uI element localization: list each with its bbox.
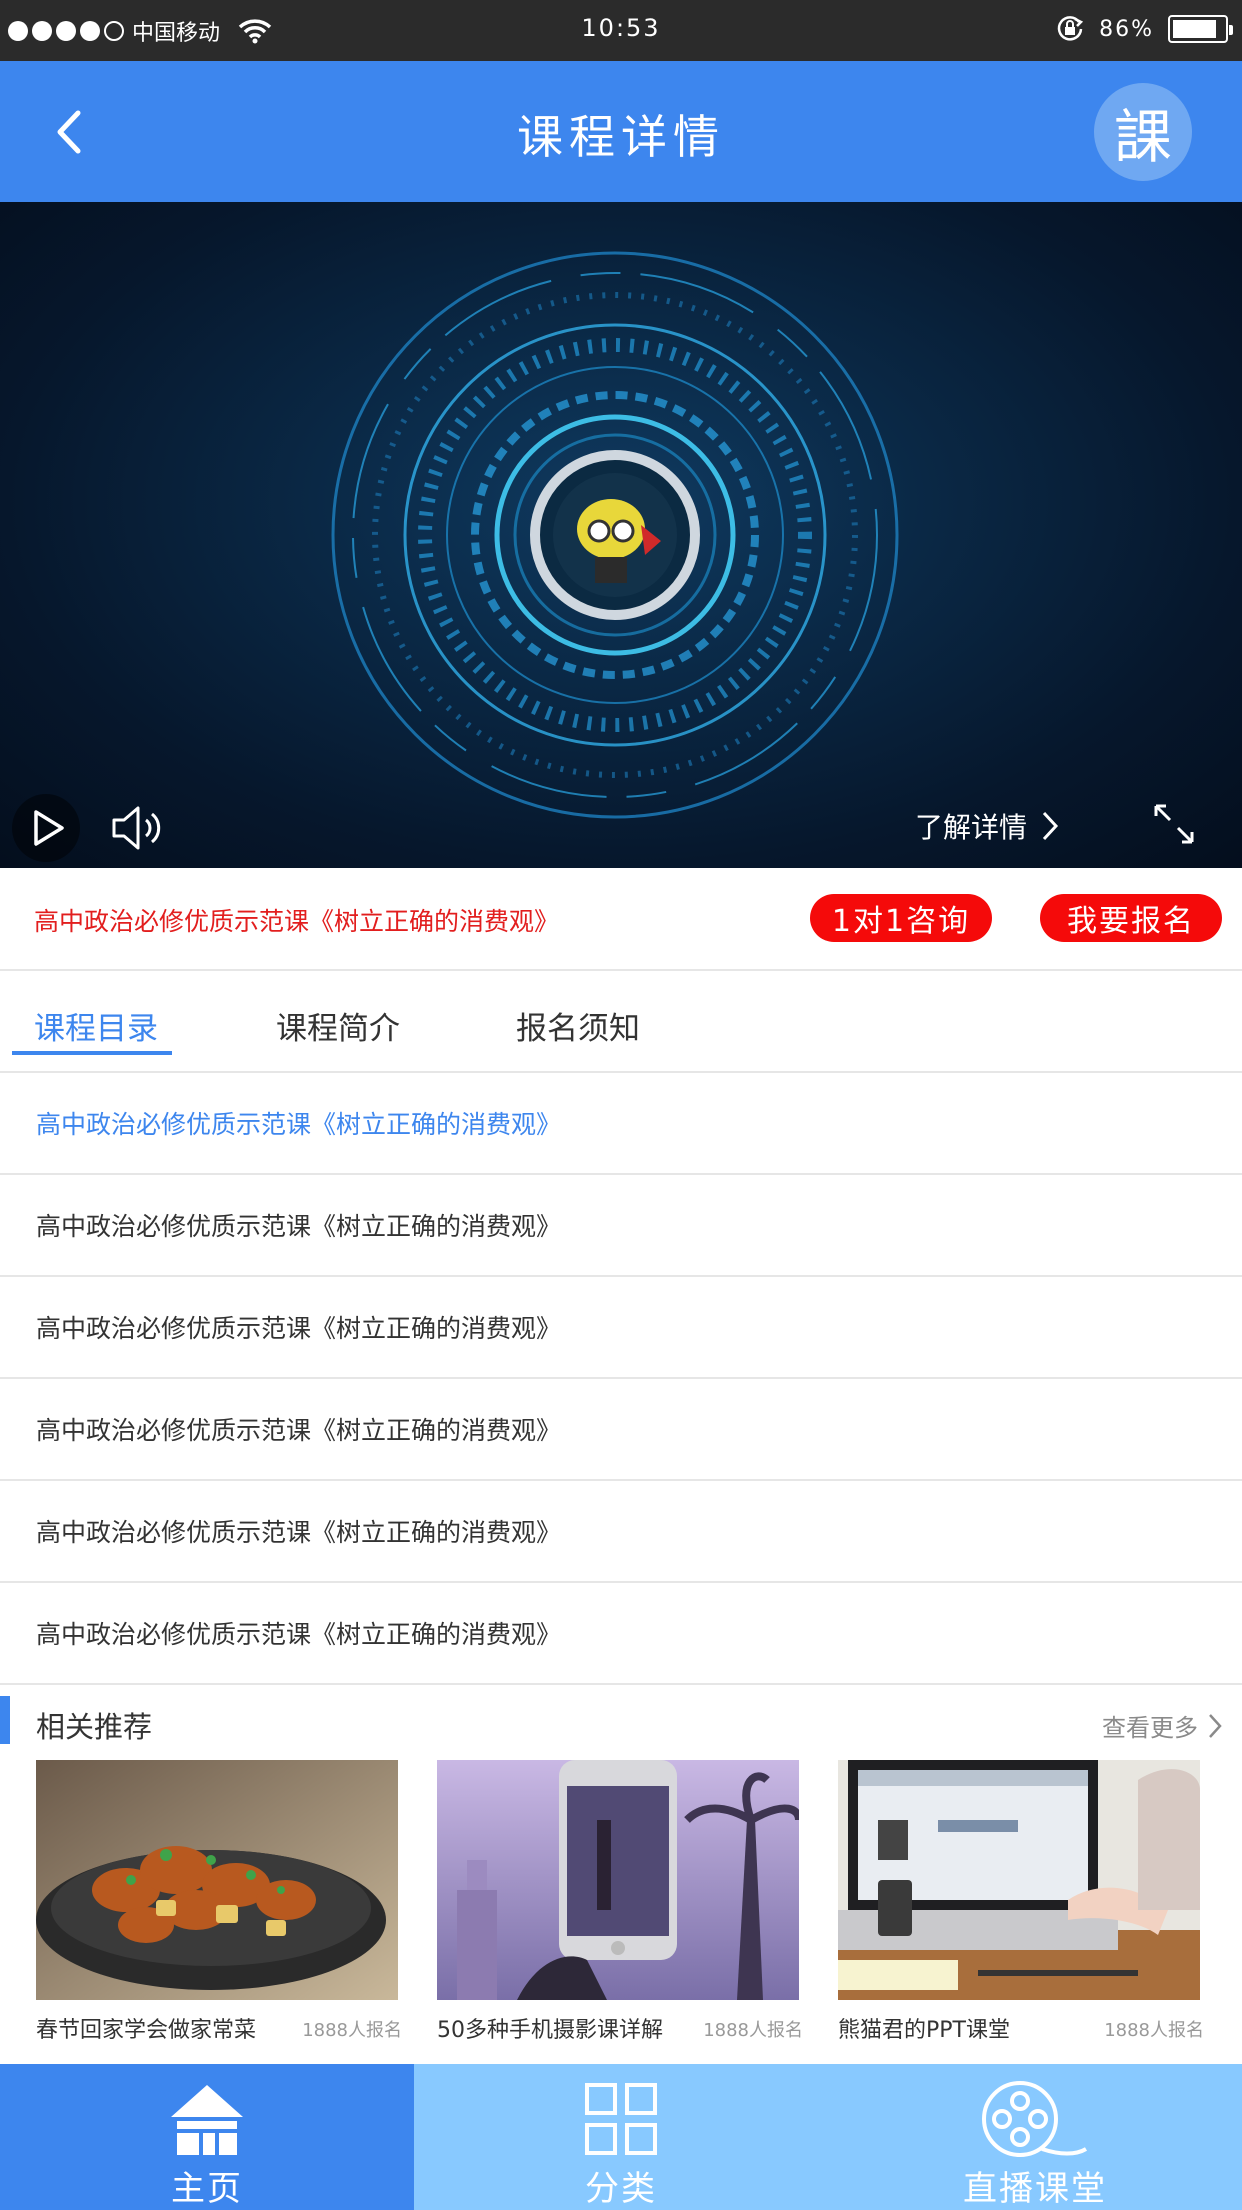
view-more-label: 查看更多 <box>1102 1714 1198 1742</box>
home-icon <box>171 2084 243 2155</box>
card-title: 50多种手机摄影课详解 <box>437 2018 663 2043</box>
laptop-desk-image <box>838 1760 1200 2000</box>
section-accent-bar <box>0 1696 10 1744</box>
list-item[interactable]: 高中政治必修优质示范课《树立正确的消费观》 <box>0 1175 1242 1277</box>
food-dish-image <box>36 1760 398 2000</box>
tab-home[interactable]: 主页 <box>0 2064 414 2210</box>
tab-home-label: 主页 <box>171 2169 243 2209</box>
course-tabs: 课程目录 课程简介 报名须知 <box>0 971 1242 1073</box>
speaker-icon <box>112 806 161 850</box>
status-bar: 中国移动 10:53 86% <box>0 0 1242 61</box>
tab-category-label: 分类 <box>585 2169 657 2209</box>
phone-photography-image <box>437 1760 799 2000</box>
consult-button[interactable]: 1对1咨询 <box>810 894 992 942</box>
play-button[interactable] <box>12 794 80 862</box>
rotation-lock-icon <box>1057 16 1084 41</box>
recommend-header: 相关推荐 查看更多 <box>0 1696 1242 1746</box>
tab-live-class[interactable]: 直播课堂 <box>828 2064 1242 2210</box>
course-title: 高中政治必修优质示范课《树立正确的消费观》 <box>34 907 560 936</box>
app-logo[interactable]: 課 <box>1094 83 1192 181</box>
list-item[interactable]: 高中政治必修优质示范课《树立正确的消费观》 <box>0 1481 1242 1583</box>
recommend-card[interactable]: 熊猫君的PPT课堂 1888人报名 <box>838 1760 1204 2052</box>
card-enroll-count: 1888人报名 <box>1104 2020 1204 2041</box>
list-item[interactable]: 高中政治必修优质示范课《树立正确的消费观》 <box>0 1073 1242 1175</box>
tab-catalog[interactable]: 课程目录 <box>34 1003 158 1048</box>
nav-header: 课程详情 課 <box>0 61 1242 202</box>
battery-icon <box>1168 15 1233 43</box>
learn-more-link[interactable]: 了解详情 <box>915 806 1059 846</box>
fullscreen-button[interactable] <box>1152 802 1196 846</box>
chevron-right-icon <box>1209 1713 1222 1738</box>
video-player[interactable]: 了解详情 <box>0 202 1242 868</box>
learn-more-label: 了解详情 <box>915 811 1028 844</box>
enroll-button[interactable]: 我要报名 <box>1040 894 1222 942</box>
film-reel-icon <box>982 2080 1088 2157</box>
page-title: 课程详情 <box>517 110 725 164</box>
tab-category[interactable]: 分类 <box>414 2064 828 2210</box>
tab-live-class-label: 直播课堂 <box>963 2169 1107 2209</box>
recommend-card[interactable]: 50多种手机摄影课详解 1888人报名 <box>437 1760 803 2052</box>
recommend-title: 相关推荐 <box>36 1710 153 1744</box>
course-info-row: 高中政治必修优质示范课《树立正确的消费观》 1对1咨询 我要报名 <box>0 868 1242 971</box>
chevron-right-icon <box>1042 811 1059 841</box>
play-icon <box>34 810 64 846</box>
battery-percent: 86% <box>1099 16 1154 42</box>
card-title: 熊猫君的PPT课堂 <box>838 2018 1010 2043</box>
card-enroll-count: 1888人报名 <box>703 2020 803 2041</box>
card-title: 春节回家学会做家常菜 <box>36 2018 257 2043</box>
recommend-card[interactable]: 春节回家学会做家常菜 1888人报名 <box>36 1760 402 2052</box>
expand-icon <box>1154 804 1194 844</box>
lesson-list: 高中政治必修优质示范课《树立正确的消费观》 高中政治必修优质示范课《树立正确的消… <box>0 1073 1242 1685</box>
view-more-link[interactable]: 查看更多 <box>1102 1708 1222 1743</box>
tab-enrollment-notes[interactable]: 报名须知 <box>516 1003 640 1048</box>
list-item[interactable]: 高中政治必修优质示范课《树立正确的消费观》 <box>0 1583 1242 1685</box>
tab-introduction[interactable]: 课程简介 <box>276 1003 400 1048</box>
video-frame <box>331 251 899 819</box>
bottom-tab-bar: 主页 分类 直播课堂 <box>0 2064 1242 2210</box>
card-enroll-count: 1888人报名 <box>302 2020 402 2041</box>
volume-button[interactable] <box>108 800 164 856</box>
active-tab-indicator <box>12 1051 172 1055</box>
list-item[interactable]: 高中政治必修优质示范课《树立正确的消费观》 <box>0 1379 1242 1481</box>
list-item[interactable]: 高中政治必修优质示范课《树立正确的消费观》 <box>0 1277 1242 1379</box>
grid-icon <box>585 2082 657 2155</box>
